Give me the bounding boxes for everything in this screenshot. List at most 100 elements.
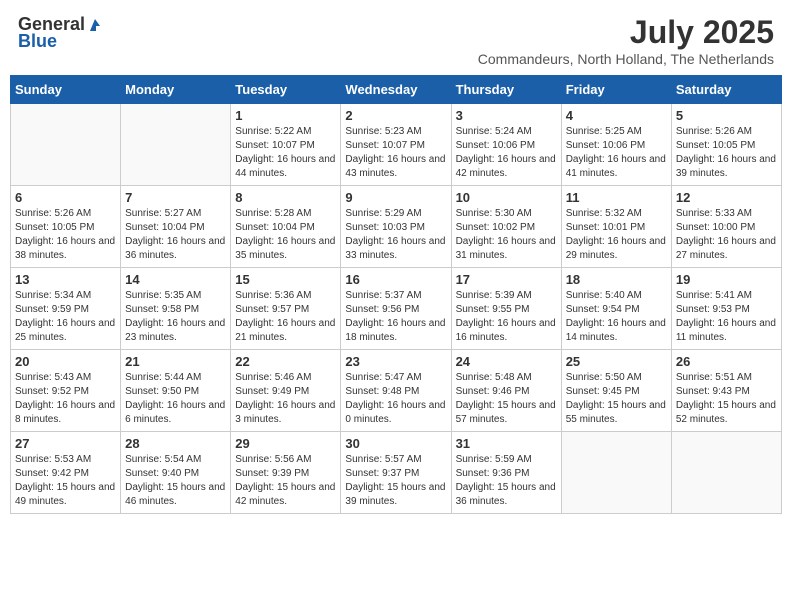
day-number: 20 (15, 354, 116, 369)
calendar-week-row: 27Sunrise: 5:53 AM Sunset: 9:42 PM Dayli… (11, 432, 782, 514)
day-number: 9 (345, 190, 446, 205)
calendar-cell: 2Sunrise: 5:23 AM Sunset: 10:07 PM Dayli… (341, 104, 451, 186)
calendar-cell: 7 Sunrise: 5:27 AM Sunset: 10:04 PM Dayli… (121, 186, 231, 268)
calendar-cell: 24Sunrise: 5:48 AM Sunset: 9:46 PM Dayli… (451, 350, 561, 432)
calendar-cell: 4 Sunrise: 5:25 AM Sunset: 10:06 PM Dayli… (561, 104, 671, 186)
day-info: Sunrise: 5:24 AM Sunset: 10:06 PM Daylig… (456, 125, 557, 181)
day-info: Sunrise: 5:35 AM Sunset: 9:58 PM Dayligh… (125, 289, 226, 345)
weekday-header-monday: Monday (121, 76, 231, 104)
weekday-header-row: SundayMondayTuesdayWednesdayThursdayFrid… (11, 76, 782, 104)
day-number: 17 (456, 272, 557, 287)
calendar-cell: 29Sunrise: 5:56 AM Sunset: 9:39 PM Dayli… (231, 432, 341, 514)
weekday-header-saturday: Saturday (671, 76, 781, 104)
day-number: 7 (125, 190, 226, 205)
day-number: 21 (125, 354, 226, 369)
day-number: 6 (15, 190, 116, 205)
day-info: Sunrise: 5:43 AM Sunset: 9:52 PM Dayligh… (15, 371, 116, 427)
calendar-cell: 6 Sunrise: 5:26 AM Sunset: 10:05 PM Dayli… (11, 186, 121, 268)
day-number: 12 (676, 190, 777, 205)
calendar-cell: 23 Sunrise: 5:47 AM Sunset: 9:48 PM Dayli… (341, 350, 451, 432)
calendar-cell: 11Sunrise: 5:32 AM Sunset: 10:01 PM Dayl… (561, 186, 671, 268)
day-number: 25 (566, 354, 667, 369)
day-info: Sunrise: 5:22 AM Sunset: 10:07 PM Daylig… (235, 125, 336, 181)
calendar-cell: 15Sunrise: 5:36 AM Sunset: 9:57 PM Dayli… (231, 268, 341, 350)
day-number: 26 (676, 354, 777, 369)
day-info: Sunrise: 5:28 AM Sunset: 10:04 PM Daylig… (235, 207, 336, 263)
calendar-cell: 3 Sunrise: 5:24 AM Sunset: 10:06 PM Dayli… (451, 104, 561, 186)
calendar-week-row: 20 Sunrise: 5:43 AM Sunset: 9:52 PM Dayli… (11, 350, 782, 432)
calendar-cell: 9 Sunrise: 5:29 AM Sunset: 10:03 PM Dayli… (341, 186, 451, 268)
calendar: SundayMondayTuesdayWednesdayThursdayFrid… (10, 75, 782, 514)
day-info: Sunrise: 5:47 AM Sunset: 9:48 PM Dayligh… (345, 371, 446, 427)
day-number: 29 (235, 436, 336, 451)
calendar-cell: 19 Sunrise: 5:41 AM Sunset: 9:53 PM Dayli… (671, 268, 781, 350)
day-info: Sunrise: 5:41 AM Sunset: 9:53 PM Dayligh… (676, 289, 777, 345)
day-info: Sunrise: 5:34 AM Sunset: 9:59 PM Dayligh… (15, 289, 116, 345)
day-number: 15 (235, 272, 336, 287)
day-number: 31 (456, 436, 557, 451)
calendar-cell: 22 Sunrise: 5:46 AM Sunset: 9:49 PM Dayli… (231, 350, 341, 432)
logo-icon (86, 17, 102, 33)
calendar-cell: 21 Sunrise: 5:44 AM Sunset: 9:50 PM Dayli… (121, 350, 231, 432)
day-number: 8 (235, 190, 336, 205)
day-info: Sunrise: 5:37 AM Sunset: 9:56 PM Dayligh… (345, 289, 446, 345)
day-number: 19 (676, 272, 777, 287)
weekday-header-wednesday: Wednesday (341, 76, 451, 104)
day-info: Sunrise: 5:57 AM Sunset: 9:37 PM Dayligh… (345, 453, 446, 509)
logo-blue: Blue (18, 31, 57, 52)
calendar-cell: 10Sunrise: 5:30 AM Sunset: 10:02 PM Dayl… (451, 186, 561, 268)
day-info: Sunrise: 5:26 AM Sunset: 10:05 PM Daylig… (15, 207, 116, 263)
calendar-cell: 14 Sunrise: 5:35 AM Sunset: 9:58 PM Dayli… (121, 268, 231, 350)
day-info: Sunrise: 5:54 AM Sunset: 9:40 PM Dayligh… (125, 453, 226, 509)
calendar-cell: 12Sunrise: 5:33 AM Sunset: 10:00 PM Dayl… (671, 186, 781, 268)
weekday-header-tuesday: Tuesday (231, 76, 341, 104)
day-number: 3 (456, 108, 557, 123)
day-number: 16 (345, 272, 446, 287)
day-info: Sunrise: 5:40 AM Sunset: 9:54 PM Dayligh… (566, 289, 667, 345)
calendar-cell: 30 Sunrise: 5:57 AM Sunset: 9:37 PM Dayli… (341, 432, 451, 514)
day-info: Sunrise: 5:50 AM Sunset: 9:45 PM Dayligh… (566, 371, 667, 427)
calendar-cell (121, 104, 231, 186)
day-number: 11 (566, 190, 667, 205)
day-info: Sunrise: 5:27 AM Sunset: 10:04 PM Daylig… (125, 207, 226, 263)
calendar-cell: 20 Sunrise: 5:43 AM Sunset: 9:52 PM Dayli… (11, 350, 121, 432)
day-info: Sunrise: 5:46 AM Sunset: 9:49 PM Dayligh… (235, 371, 336, 427)
day-number: 18 (566, 272, 667, 287)
day-info: Sunrise: 5:29 AM Sunset: 10:03 PM Daylig… (345, 207, 446, 263)
calendar-cell (11, 104, 121, 186)
day-number: 23 (345, 354, 446, 369)
title-section: July 2025 Commandeurs, North Holland, Th… (478, 14, 774, 67)
day-info: Sunrise: 5:25 AM Sunset: 10:06 PM Daylig… (566, 125, 667, 181)
day-number: 30 (345, 436, 446, 451)
day-number: 28 (125, 436, 226, 451)
calendar-cell: 27Sunrise: 5:53 AM Sunset: 9:42 PM Dayli… (11, 432, 121, 514)
calendar-cell: 31 Sunrise: 5:59 AM Sunset: 9:36 PM Dayli… (451, 432, 561, 514)
logo: General Blue (18, 14, 103, 52)
calendar-cell (561, 432, 671, 514)
calendar-cell: 18 Sunrise: 5:40 AM Sunset: 9:54 PM Dayli… (561, 268, 671, 350)
day-info: Sunrise: 5:51 AM Sunset: 9:43 PM Dayligh… (676, 371, 777, 427)
calendar-week-row: 13Sunrise: 5:34 AM Sunset: 9:59 PM Dayli… (11, 268, 782, 350)
page-header: General Blue July 2025 Commandeurs, Nort… (10, 10, 782, 71)
day-info: Sunrise: 5:39 AM Sunset: 9:55 PM Dayligh… (456, 289, 557, 345)
calendar-cell: 25 Sunrise: 5:50 AM Sunset: 9:45 PM Dayli… (561, 350, 671, 432)
day-number: 22 (235, 354, 336, 369)
weekday-header-sunday: Sunday (11, 76, 121, 104)
calendar-cell: 5 Sunrise: 5:26 AM Sunset: 10:05 PM Dayli… (671, 104, 781, 186)
day-info: Sunrise: 5:59 AM Sunset: 9:36 PM Dayligh… (456, 453, 557, 509)
weekday-header-thursday: Thursday (451, 76, 561, 104)
day-number: 14 (125, 272, 226, 287)
calendar-week-row: 6 Sunrise: 5:26 AM Sunset: 10:05 PM Dayli… (11, 186, 782, 268)
calendar-cell (671, 432, 781, 514)
calendar-cell: 16 Sunrise: 5:37 AM Sunset: 9:56 PM Dayli… (341, 268, 451, 350)
day-number: 4 (566, 108, 667, 123)
day-info: Sunrise: 5:44 AM Sunset: 9:50 PM Dayligh… (125, 371, 226, 427)
day-number: 1 (235, 108, 336, 123)
calendar-week-row: 1 Sunrise: 5:22 AM Sunset: 10:07 PM Dayli… (11, 104, 782, 186)
calendar-cell: 17 Sunrise: 5:39 AM Sunset: 9:55 PM Dayli… (451, 268, 561, 350)
day-number: 5 (676, 108, 777, 123)
weekday-header-friday: Friday (561, 76, 671, 104)
calendar-cell: 8 Sunrise: 5:28 AM Sunset: 10:04 PM Dayli… (231, 186, 341, 268)
day-number: 2 (345, 108, 446, 123)
day-info: Sunrise: 5:26 AM Sunset: 10:05 PM Daylig… (676, 125, 777, 181)
